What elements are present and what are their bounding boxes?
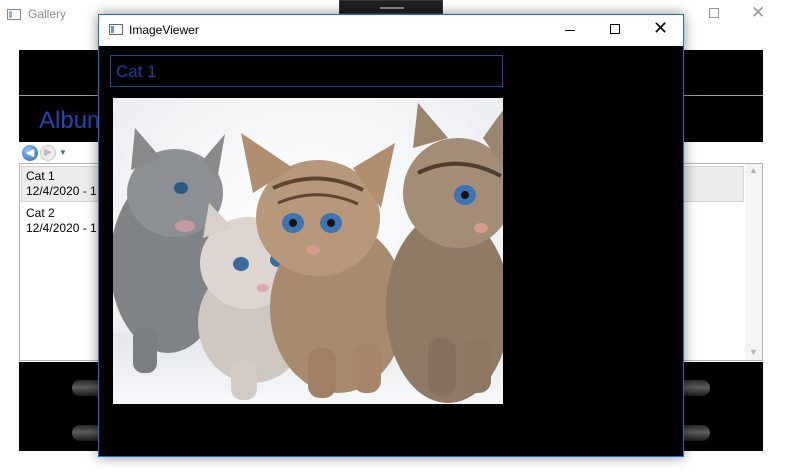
close-icon[interactable]: ✕ xyxy=(751,3,765,23)
app-icon xyxy=(7,9,21,20)
list-item-date: 12/4/2020 - 1 xyxy=(26,221,97,235)
scroll-up-icon[interactable]: ▲ xyxy=(749,165,758,175)
minimize-icon[interactable] xyxy=(565,30,575,31)
list-item-name[interactable]: Cat 1 xyxy=(26,169,55,183)
viewer-window-title: ImageViewer xyxy=(129,23,199,37)
gallery-window-title: Gallery xyxy=(28,7,67,21)
app-icon xyxy=(109,24,123,35)
forward-arrow-icon[interactable]: ▶ xyxy=(40,145,56,161)
image-name-text: Cat 1 xyxy=(116,62,157,81)
scroll-down-icon[interactable]: ▼ xyxy=(749,347,758,357)
vertical-scrollbar[interactable] xyxy=(745,164,762,360)
image-name-field[interactable]: Cat 1 xyxy=(110,55,503,87)
viewer-titlebar[interactable]: ImageViewer ✕ xyxy=(99,15,683,46)
list-item-date: 12/4/2020 - 1 xyxy=(26,184,97,198)
back-arrow-icon[interactable]: ◀ xyxy=(22,145,38,161)
chevron-down-icon[interactable]: ▼ xyxy=(59,148,67,157)
image-viewer-window: ImageViewer ✕ Cat 1 xyxy=(98,14,684,457)
maximize-icon[interactable] xyxy=(610,24,620,34)
maximize-icon[interactable] xyxy=(709,8,719,18)
close-icon[interactable]: ✕ xyxy=(653,18,668,39)
kitten-photo xyxy=(113,98,503,404)
list-item-name[interactable]: Cat 2 xyxy=(26,206,55,220)
